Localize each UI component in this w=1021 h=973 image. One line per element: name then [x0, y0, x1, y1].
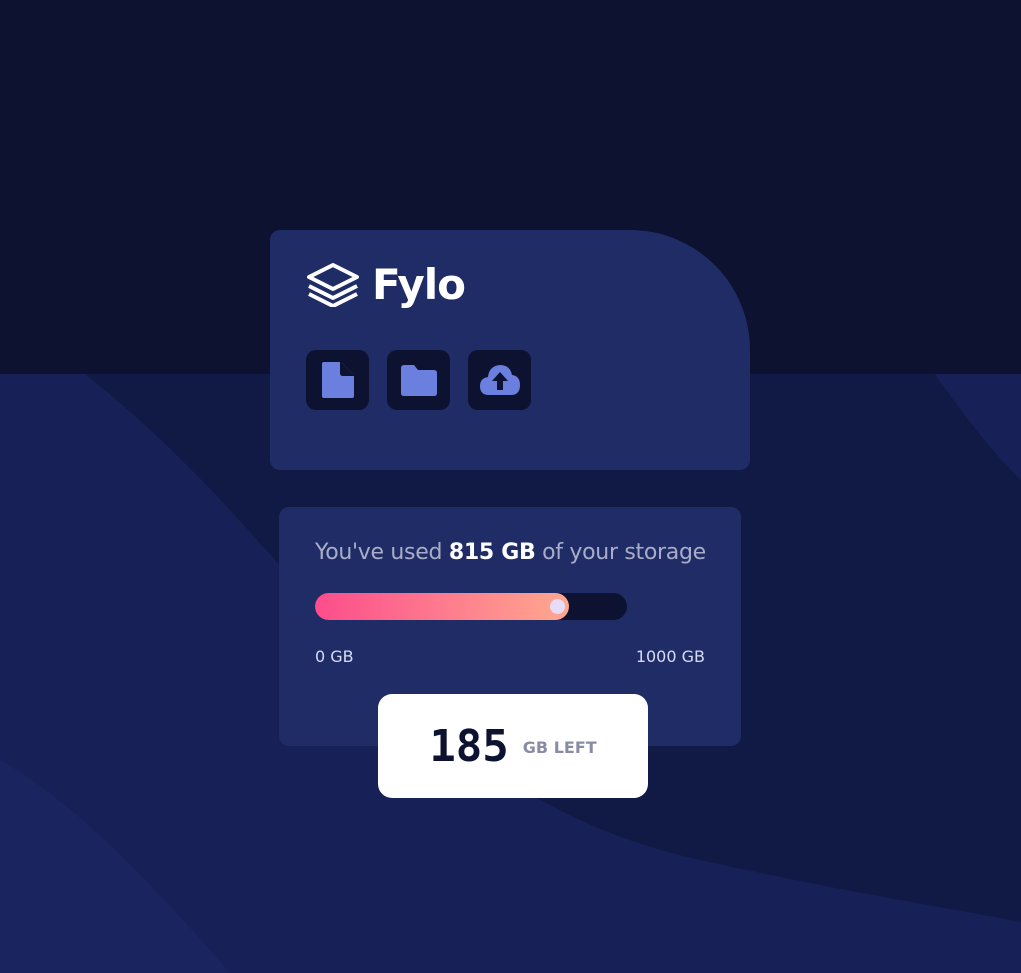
storage-progress-fill: [315, 593, 570, 620]
brand-name: Fylo: [372, 260, 466, 309]
usage-prefix: You've used: [315, 540, 449, 565]
action-buttons: [306, 350, 531, 410]
brand-card: Fylo: [270, 230, 750, 470]
storage-progress-bar: [315, 593, 627, 620]
remaining-badge: 185 GB LEFT: [378, 694, 648, 798]
background-waves: [0, 374, 1021, 973]
usage-suffix: of your storage: [535, 540, 706, 565]
used-value: 815 GB: [448, 540, 536, 565]
logo: Fylo: [306, 260, 466, 309]
scale-max-label: 1000 GB: [635, 647, 705, 666]
upload-button[interactable]: [468, 350, 531, 410]
file-button[interactable]: [306, 350, 369, 410]
remaining-unit: GB LEFT: [522, 737, 597, 757]
remaining-value: 185: [429, 720, 509, 772]
folder-button[interactable]: [387, 350, 450, 410]
usage-summary: You've used 815 GB of your storage: [315, 540, 706, 565]
scale-min-label: 0 GB: [315, 647, 354, 666]
folder-icon: [400, 365, 437, 396]
file-icon: [321, 362, 354, 398]
progress-knob: [550, 599, 566, 614]
layers-icon: [307, 263, 359, 307]
upload-icon: [479, 365, 520, 395]
